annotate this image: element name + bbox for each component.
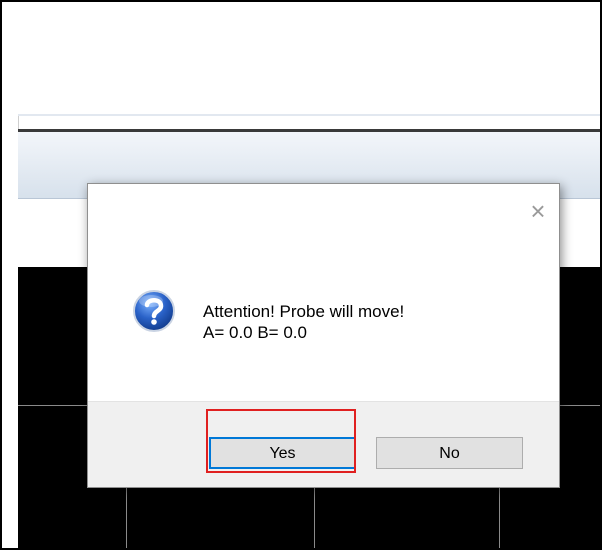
no-button[interactable]: No xyxy=(376,437,523,469)
grid-line xyxy=(314,487,315,548)
question-icon xyxy=(133,290,175,332)
yes-button[interactable]: Yes xyxy=(209,437,356,469)
top-area xyxy=(18,2,600,114)
close-button[interactable]: × xyxy=(525,198,551,224)
button-bar: Yes No xyxy=(88,401,559,487)
confirm-dialog: × Attention! Probe will move! A= 0.0 B= … xyxy=(87,183,560,488)
message-line: Attention! Probe will move! xyxy=(203,302,405,321)
grid-line xyxy=(126,487,127,548)
left-panel xyxy=(2,2,19,548)
divider xyxy=(18,114,600,116)
dialog-message: Attention! Probe will move! A= 0.0 B= 0.… xyxy=(203,301,404,343)
message-line: A= 0.0 B= 0.0 xyxy=(203,323,307,342)
grid-line xyxy=(499,487,500,548)
